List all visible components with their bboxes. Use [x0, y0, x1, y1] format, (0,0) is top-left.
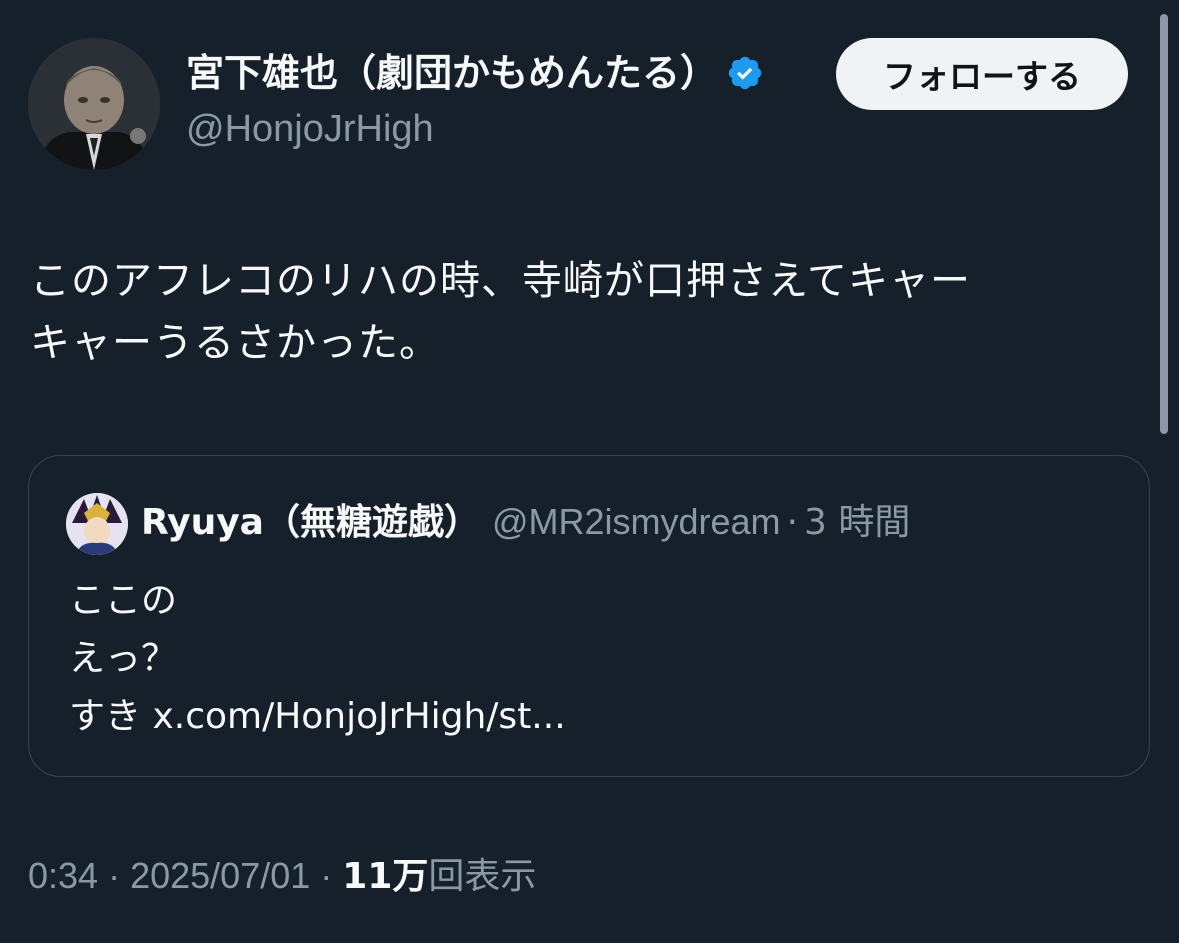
- quoted-author-name: Ryuya（無糖遊戯）: [141, 502, 480, 543]
- tweet-meta: 0:34 · 2025/07/01 · 11万回表示: [28, 852, 536, 901]
- tweet-time[interactable]: 0:34: [28, 855, 98, 896]
- quoted-profile-photo: [66, 493, 128, 555]
- quoted-tweet-header: Ryuya（無糖遊戯） @MR2ismydream · 3 時間: [141, 498, 910, 547]
- tweet-text-line: キャーうるさかった。: [30, 320, 440, 366]
- tweet-text: このアフレコのリハの時、寺崎が口押さえてキャー キャーうるさかった。: [30, 250, 1140, 374]
- quoted-separator: ·: [786, 502, 799, 543]
- tweet-text-line: このアフレコのリハの時、寺崎が口押さえてキャー: [30, 258, 971, 304]
- quoted-body-line: すき x.com/HonjoJrHigh/st...: [69, 696, 566, 737]
- profile-photo: [28, 38, 160, 170]
- author-display-name[interactable]: 宮下雄也（劇団かもめんたる）: [186, 50, 764, 96]
- verified-badge-icon: [728, 56, 762, 90]
- follow-button[interactable]: フォローする: [836, 38, 1128, 110]
- author-display-name-text: 宮下雄也（劇団かもめんたる）: [186, 51, 719, 95]
- quoted-author-avatar: [66, 493, 128, 555]
- meta-separator: ·: [310, 855, 343, 896]
- views-label: 回表示: [428, 856, 537, 897]
- quoted-body-line: えっ？: [69, 638, 178, 679]
- meta-separator: ·: [98, 855, 131, 896]
- quoted-body-line: ここの: [69, 580, 178, 621]
- tweet-date[interactable]: 2025/07/01: [130, 855, 310, 896]
- quoted-tweet-card[interactable]: Ryuya（無糖遊戯） @MR2ismydream · 3 時間 ここの えっ？…: [28, 455, 1150, 777]
- quoted-tweet-time: 3 時間: [804, 502, 911, 543]
- quoted-author-handle: @MR2ismydream: [491, 501, 781, 542]
- quoted-tweet-body: ここの えっ？ すき x.com/HonjoJrHigh/st...: [69, 572, 566, 746]
- author-avatar[interactable]: [28, 38, 160, 170]
- views-count[interactable]: 11万: [342, 856, 428, 897]
- author-handle[interactable]: @HonjoJrHigh: [186, 106, 434, 152]
- scrollbar[interactable]: [1160, 14, 1168, 434]
